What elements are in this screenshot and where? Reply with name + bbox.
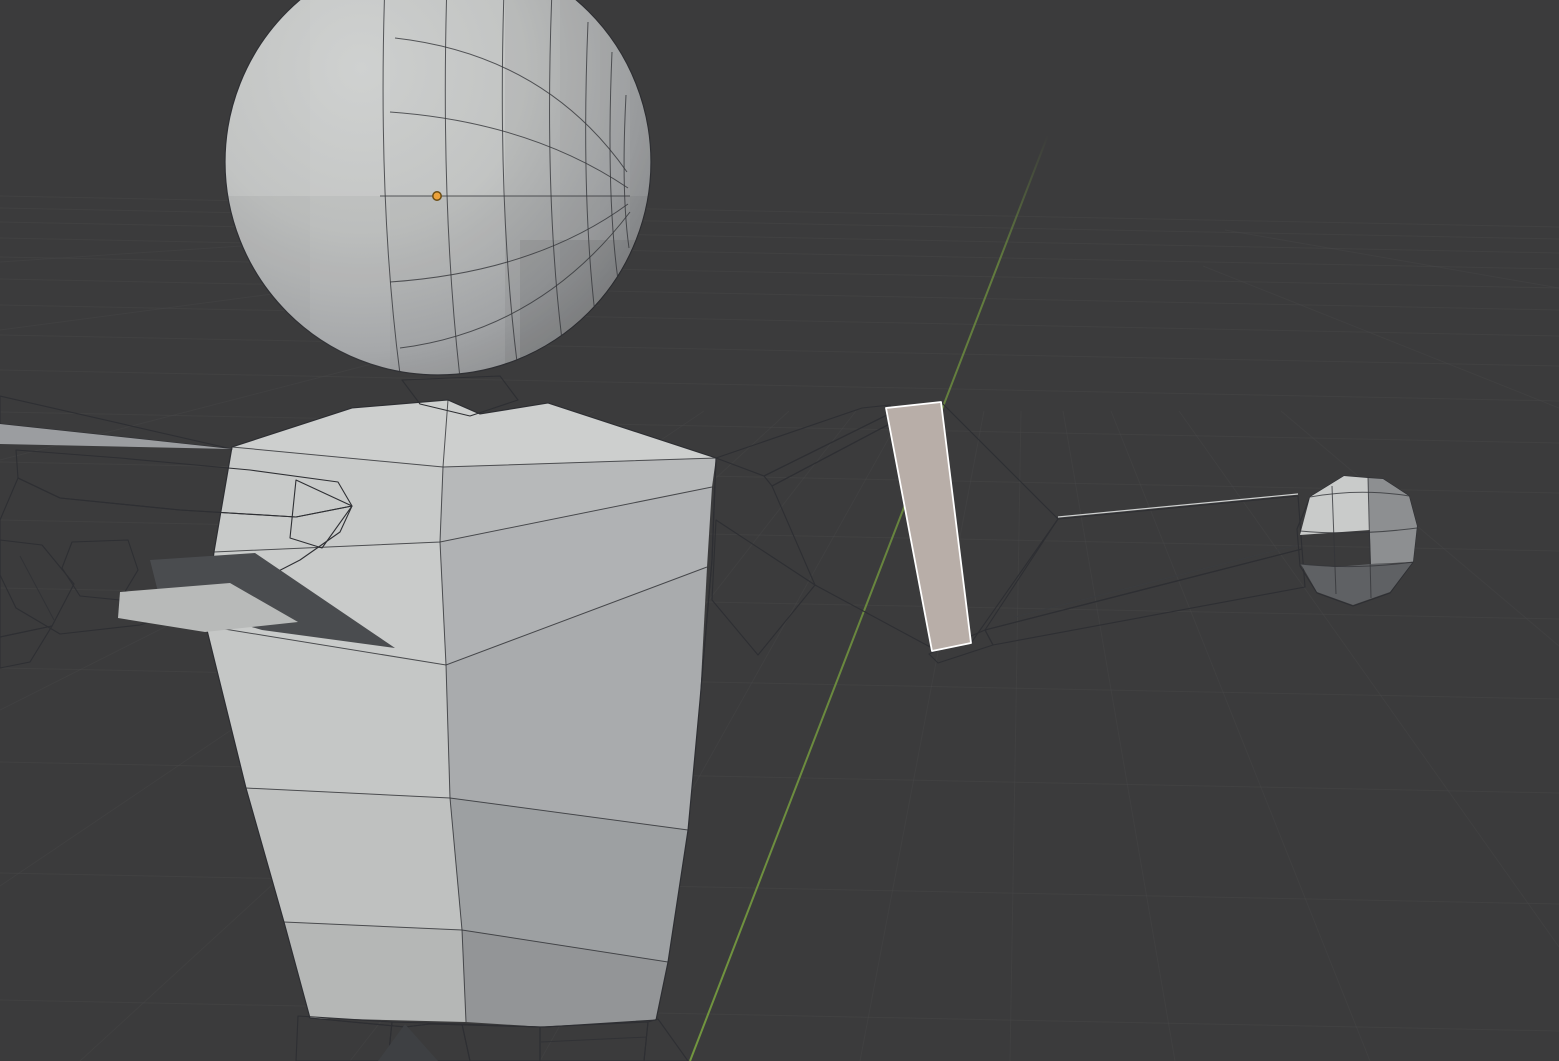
blender-3d-viewport[interactable] — [0, 0, 1559, 1061]
object-origin-dot — [433, 192, 441, 200]
viewport-canvas[interactable] — [0, 0, 1559, 1061]
